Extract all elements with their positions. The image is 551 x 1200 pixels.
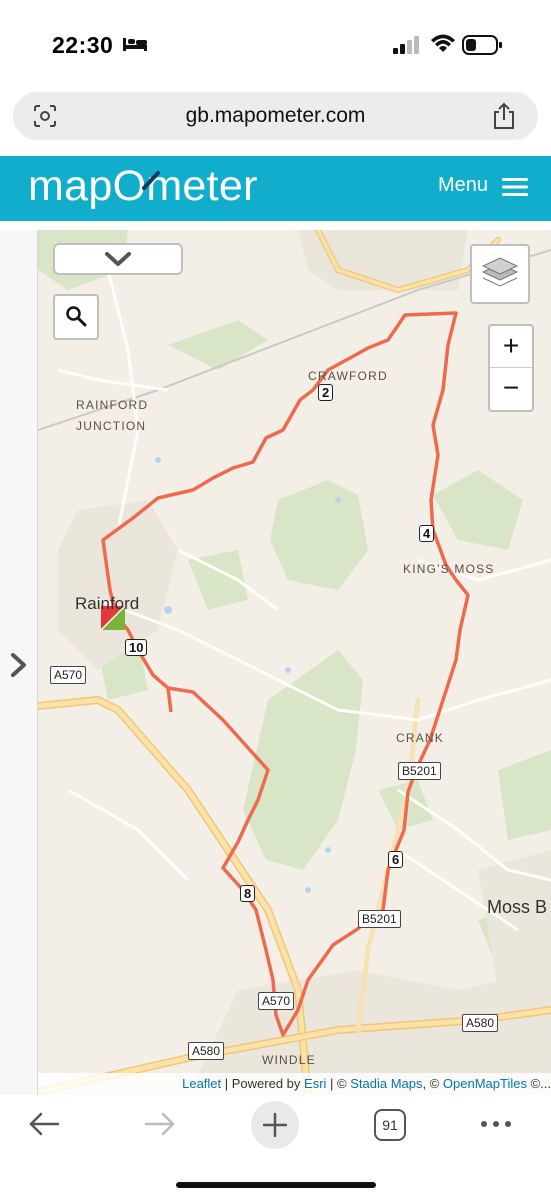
battery-icon	[462, 35, 502, 55]
share-icon[interactable]	[491, 102, 517, 130]
town-label: Moss B	[487, 897, 548, 917]
route-spur	[166, 687, 173, 713]
logo-needle-icon	[142, 171, 160, 190]
collapse-panel-button[interactable]	[53, 243, 183, 275]
place-label: CRANK	[396, 731, 445, 745]
distance-marker: 8	[240, 885, 256, 902]
road-shield: A570	[258, 992, 295, 1010]
status-time: 22:30	[52, 32, 114, 58]
town-label: Rainford	[75, 594, 140, 613]
place-label: CRAWFORD	[308, 369, 388, 383]
new-tab-button[interactable]	[251, 1101, 299, 1149]
attribution-text: | ©	[326, 1076, 351, 1091]
hamburger-menu-icon[interactable]	[502, 177, 528, 197]
tabs-count-button[interactable]: 91	[374, 1109, 406, 1141]
plus-icon	[263, 1113, 287, 1137]
stadia-link[interactable]: Stadia Maps	[350, 1076, 422, 1091]
distance-marker: 2	[318, 384, 334, 401]
site-header: mapOmeter Menu	[0, 156, 551, 221]
attribution-text: | Powered by	[221, 1076, 305, 1091]
road-shield: A580	[462, 1014, 499, 1032]
place-label: JUNCTION	[76, 419, 147, 433]
wifi-icon	[431, 34, 455, 52]
distance-marker: 10	[125, 639, 148, 656]
place-label: KING'S MOSS	[403, 562, 495, 576]
attribution-text: , ©	[422, 1076, 443, 1091]
route-line	[101, 311, 470, 1037]
map-tiles	[38, 230, 551, 1095]
logo-text-meter: meter	[146, 162, 258, 210]
menu-button-label[interactable]: Menu	[438, 174, 488, 197]
logo-text-map: map	[28, 162, 113, 210]
chevron-down-icon	[105, 252, 131, 266]
map-search-button[interactable]	[53, 294, 99, 340]
back-arrow-icon[interactable]	[26, 1109, 62, 1139]
reader-icon[interactable]	[33, 104, 57, 128]
leaflet-link[interactable]: Leaflet	[182, 1076, 221, 1091]
attribution-text: ©...	[526, 1076, 551, 1091]
zoom-in-button[interactable]: +	[490, 326, 532, 368]
zoom-control: + −	[488, 324, 534, 412]
road-shield: B5201	[398, 762, 441, 780]
esri-link[interactable]: Esri	[304, 1076, 326, 1091]
map-attribution: Leaflet | Powered by Esri | © Stadia Map…	[38, 1073, 551, 1095]
map-view[interactable]: CRAWFORD RAINFORD JUNCTION KING'S MOSS C…	[38, 230, 551, 1095]
chevron-right-icon[interactable]	[0, 640, 37, 690]
place-label: WINDLE	[262, 1053, 316, 1067]
home-indicator	[176, 1182, 376, 1188]
side-panel	[0, 230, 38, 1095]
layers-button[interactable]	[470, 244, 530, 304]
browser-toolbar: 91	[0, 1095, 551, 1200]
search-icon	[66, 306, 87, 327]
road-shield: A570	[50, 666, 87, 684]
more-icon[interactable]	[478, 1111, 514, 1137]
signal-icon	[393, 36, 419, 54]
openmaptiles-link[interactable]: OpenMapTiles	[443, 1076, 527, 1091]
distance-marker: 6	[388, 851, 404, 868]
zoom-out-button[interactable]: −	[490, 368, 532, 410]
road-shield: B5201	[358, 910, 401, 928]
layers-icon	[481, 257, 519, 287]
url-text[interactable]: gb.mapometer.com	[13, 104, 538, 128]
place-label: RAINFORD	[76, 398, 149, 412]
address-bar[interactable]: gb.mapometer.com	[13, 92, 538, 140]
road-shield: A580	[188, 1042, 225, 1060]
bed-icon	[123, 38, 147, 51]
forward-arrow-icon[interactable]	[142, 1109, 178, 1139]
distance-marker: 4	[419, 525, 435, 542]
status-bar: 22:30	[0, 0, 551, 90]
